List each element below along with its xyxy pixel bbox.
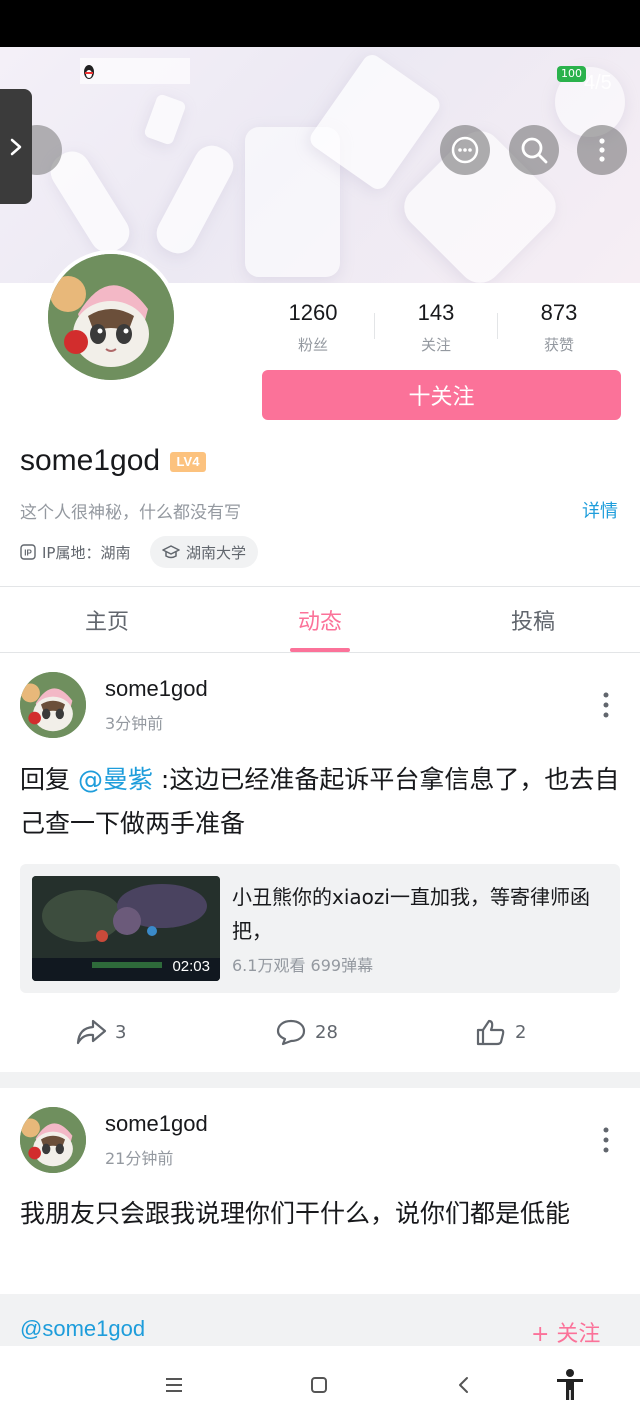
stat-fans-label: 粉丝 [297,336,328,354]
ip-location-text: IP属地：湖南 [42,543,131,562]
post-timestamp: 3分钟前 [105,714,164,733]
school-tag[interactable]: 湖南大学 [150,536,259,568]
post-content: 我朋友只会跟我说理你们干什么，说你们都是低能 [20,1199,571,1228]
svg-text:IP: IP [24,549,32,558]
message-button[interactable] [440,125,490,175]
chevron-right-icon [10,138,22,156]
post-more-icon[interactable] [596,1125,616,1155]
chevron-left-icon [459,1377,468,1393]
stat-likes-label: 获赞 [543,336,574,354]
stat-following-value: 143 [417,300,455,325]
post-author-name[interactable]: some1god [105,676,208,702]
stat-following-label: 关注 [420,336,451,354]
square-home-icon [311,1377,327,1393]
like-count: 2 [515,1021,527,1043]
post-author-avatar[interactable] [20,672,86,738]
stat-likes[interactable]: 873 获赞 [504,300,614,355]
graduation-cap-icon [162,545,180,559]
post-author-avatar[interactable] [20,1107,86,1173]
tab-dynamics[interactable]: 动态 [260,604,380,636]
more-vertical-icon [599,138,605,162]
video-stats: 6.1万观看 699弹幕 [232,956,374,975]
video-card[interactable]: 02:03 小丑熊你的xiaozi一直加我，等寄律师函把， 6.1万观看 699… [20,864,620,993]
comment-count: 28 [315,1021,338,1043]
chat-bubble-icon [451,136,479,164]
stat-divider [374,313,375,339]
follow-small-button[interactable]: + 关注 [531,1316,600,1348]
share-icon [76,1019,107,1045]
menu-icon [166,1378,182,1392]
follow-button-label: 十关注 [408,385,475,410]
qq-penguin-icon [84,65,94,79]
stat-fans-value: 1260 [288,300,338,325]
ip-icon: IP [20,544,36,560]
accessibility-icon [557,1369,583,1400]
comment-icon [276,1019,306,1046]
post-content: 回复 @曼紫 :这边已经准备起诉平台拿信息了，也去自己查一下做两手准备 [20,758,620,846]
mention-link[interactable]: @曼紫 [78,765,153,794]
cat-avatar-illustration [20,1107,86,1173]
share-count: 3 [115,1021,127,1043]
profile-username: some1god [20,444,161,477]
stat-fans[interactable]: 1260 粉丝 [258,300,368,355]
divider [0,586,640,587]
profile-avatar[interactable] [44,250,178,384]
tab-submissions[interactable]: 投稿 [473,604,593,636]
accessibility-button[interactable] [553,1368,587,1402]
thumbs-up-icon [476,1019,505,1046]
profile-bio: 这个人很神秘，什么都没有写 [20,503,241,523]
post-author-name[interactable]: some1god [105,1111,208,1137]
video-thumbnail: 02:03 [32,876,220,981]
post-timestamp: 21分钟前 [105,1149,174,1168]
video-duration: 02:03 [172,958,210,975]
user-handle[interactable]: @some1god [20,1316,145,1342]
ip-location: IP IP属地：湖南 [20,536,130,568]
side-drawer-handle[interactable] [0,89,32,204]
level-badge: LV4 [170,452,206,472]
status-notification-area [80,58,190,84]
detail-link[interactable]: 详情 [582,497,618,523]
tab-home[interactable]: 主页 [47,604,167,636]
post-separator [0,1072,640,1088]
stat-likes-value: 873 [540,300,578,325]
reply-prefix: 回复 [20,765,78,794]
status-bar-top [0,0,640,47]
divider [0,652,640,653]
nav-menu-button[interactable] [157,1368,191,1402]
cat-avatar-illustration [48,254,174,380]
nav-home-button[interactable] [302,1368,336,1402]
post-more-icon[interactable] [596,690,616,720]
cat-avatar-illustration [20,672,86,738]
nav-back-button[interactable] [447,1368,481,1402]
more-options-button[interactable] [577,125,627,175]
page-counter: 4/5 [584,72,612,94]
search-button[interactable] [509,125,559,175]
follow-button[interactable]: 十关注 [262,370,621,420]
like-button[interactable]: 2 [475,1018,526,1046]
search-icon [521,137,548,164]
comment-button[interactable]: 28 [275,1018,338,1046]
stat-divider [497,313,498,339]
video-title: 小丑熊你的xiaozi一直加我，等寄律师函把， [232,885,590,943]
school-name: 湖南大学 [186,543,247,562]
stat-following[interactable]: 143 关注 [381,300,491,355]
battery-indicator: 100 [557,66,586,82]
share-button[interactable]: 3 [75,1018,126,1046]
